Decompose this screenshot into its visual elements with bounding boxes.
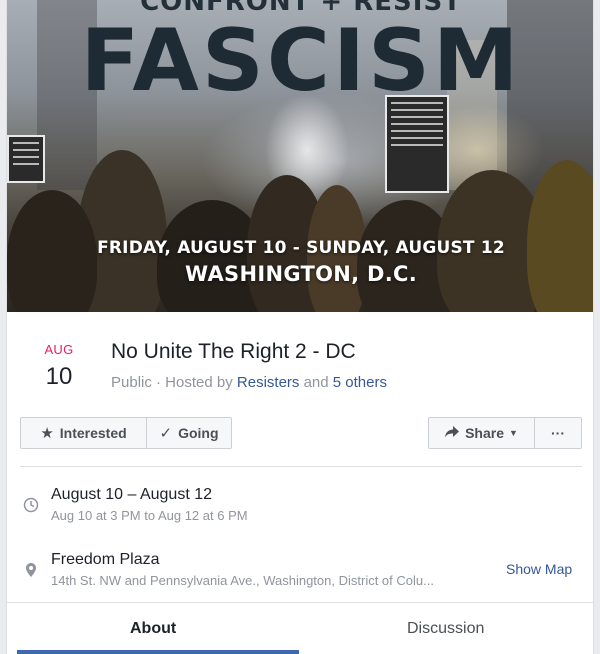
event-cover-photo[interactable]: CONFRONT + RESIST FASCISM FRIDAY, AUGUST… — [7, 0, 593, 312]
event-time-detail: Aug 10 at 3 PM to Aug 12 at 6 PM — [51, 508, 248, 523]
tab-discussion[interactable]: Discussion — [407, 620, 484, 638]
event-time-range[interactable]: August 10 – August 12 — [51, 486, 212, 504]
interested-label: Interested — [59, 425, 127, 441]
tab-about[interactable]: About — [130, 620, 176, 638]
event-meta-and: and — [299, 374, 333, 391]
location-pin-icon — [23, 562, 39, 578]
protest-sign — [7, 135, 45, 183]
event-meta: Public · Hosted by Resisters and 5 other… — [111, 374, 387, 391]
chevron-down-icon: ▼ — [509, 428, 518, 438]
event-card: CONFRONT + RESIST FASCISM FRIDAY, AUGUST… — [6, 0, 594, 654]
active-tab-indicator — [17, 650, 299, 654]
host-link[interactable]: Resisters — [237, 374, 300, 391]
other-hosts-link[interactable]: 5 others — [333, 374, 387, 391]
show-map-link[interactable]: Show Map — [506, 561, 572, 577]
share-arrow-icon — [445, 425, 460, 442]
going-button[interactable]: ✓ Going — [146, 417, 232, 449]
event-title: No Unite The Right 2 - DC — [111, 340, 356, 363]
going-label: Going — [178, 425, 219, 441]
more-options-button[interactable]: ··· — [534, 417, 582, 449]
star-icon: ★ — [40, 425, 54, 442]
divider — [20, 466, 582, 467]
more-dots-icon: ··· — [551, 425, 565, 441]
tabs-border — [7, 602, 593, 603]
event-date-badge: AUG 10 — [29, 342, 89, 391]
cover-dates: FRIDAY, AUGUST 10 - SUNDAY, AUGUST 12 — [97, 238, 505, 258]
event-privacy-host-prefix: Public · Hosted by — [111, 374, 237, 391]
interested-button[interactable]: ★ Interested — [20, 417, 146, 449]
share-button[interactable]: Share ▼ — [428, 417, 534, 449]
cover-city: WASHINGTON, D.C. — [184, 262, 418, 286]
event-day: 10 — [45, 363, 73, 390]
event-location-name[interactable]: Freedom Plaza — [51, 551, 160, 569]
clock-icon — [23, 497, 39, 513]
cover-headline: FASCISM — [80, 11, 522, 111]
check-icon: ✓ — [159, 425, 173, 442]
event-location-address: 14th St. NW and Pennsylvania Ave., Washi… — [51, 573, 434, 588]
event-month: AUG — [44, 342, 74, 357]
share-label: Share — [465, 425, 504, 441]
